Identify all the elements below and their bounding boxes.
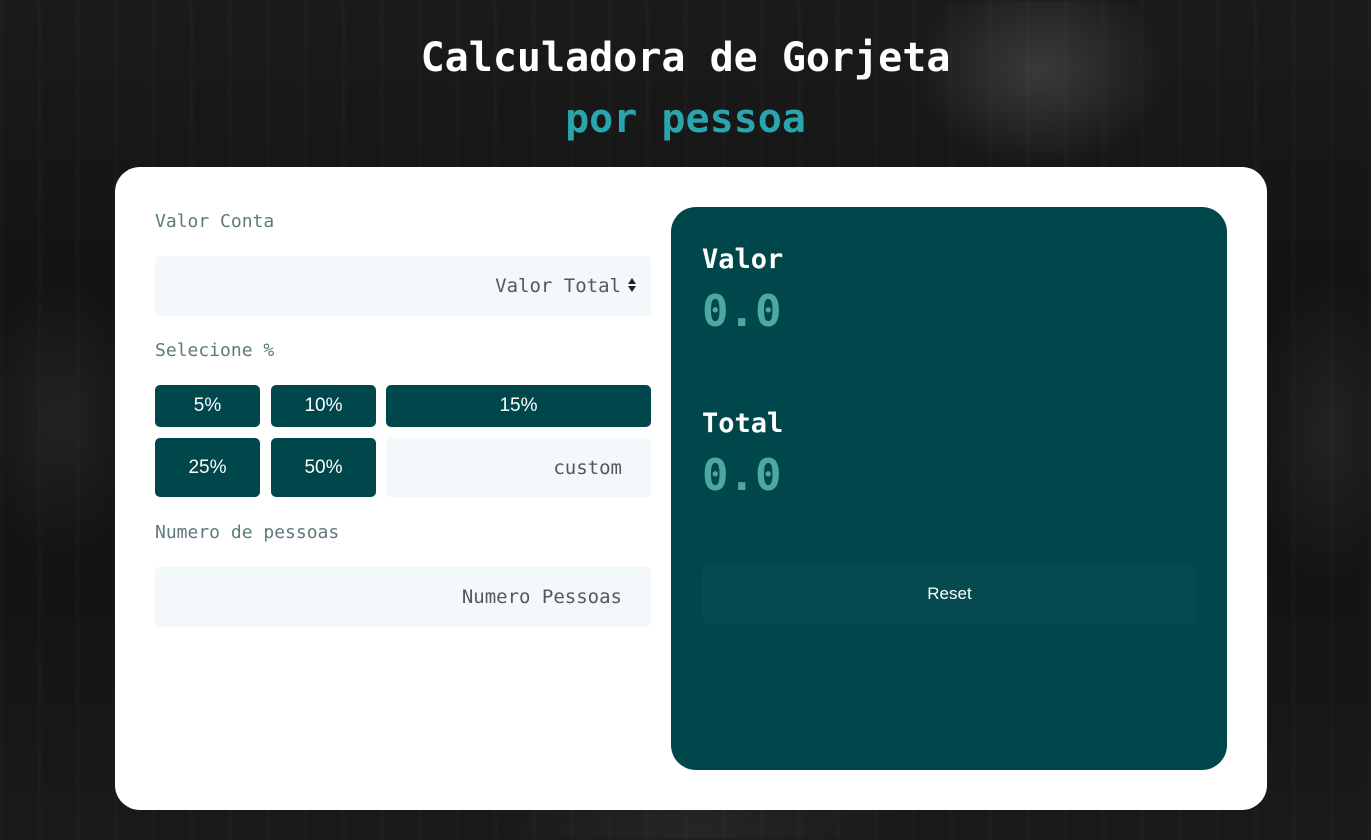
tip-5-button[interactable]: 5% — [155, 385, 260, 427]
bill-label: Valor Conta — [155, 211, 275, 232]
results-panel: Valor 0.0 Total 0.0 Reset — [671, 207, 1227, 770]
tip-amount-label: Valor — [702, 244, 784, 275]
page-title: Calculadora de Gorjeta — [420, 35, 951, 81]
tip-15-button[interactable]: 15% — [386, 385, 651, 427]
tip-amount-value: 0.0 — [702, 286, 782, 337]
total-label: Total — [702, 408, 784, 439]
custom-tip-input[interactable] — [386, 438, 651, 497]
bill-input[interactable] — [155, 256, 651, 316]
number-spinner[interactable] — [625, 274, 639, 296]
tip-50-button[interactable]: 50% — [271, 438, 376, 497]
people-label: Numero de pessoas — [155, 522, 340, 543]
reset-button[interactable]: Reset — [702, 564, 1197, 624]
people-input[interactable] — [155, 567, 651, 627]
total-value: 0.0 — [702, 450, 782, 501]
page-subtitle: por pessoa — [565, 96, 806, 142]
spinner-up-icon[interactable] — [628, 278, 636, 284]
calculator-card: Valor Conta Selecione % 5% 10% 15% 25% 5… — [115, 167, 1267, 810]
tip-10-button[interactable]: 10% — [271, 385, 376, 427]
spinner-down-icon[interactable] — [628, 286, 636, 292]
tip-percent-label: Selecione % — [155, 340, 275, 361]
tip-25-button[interactable]: 25% — [155, 438, 260, 497]
